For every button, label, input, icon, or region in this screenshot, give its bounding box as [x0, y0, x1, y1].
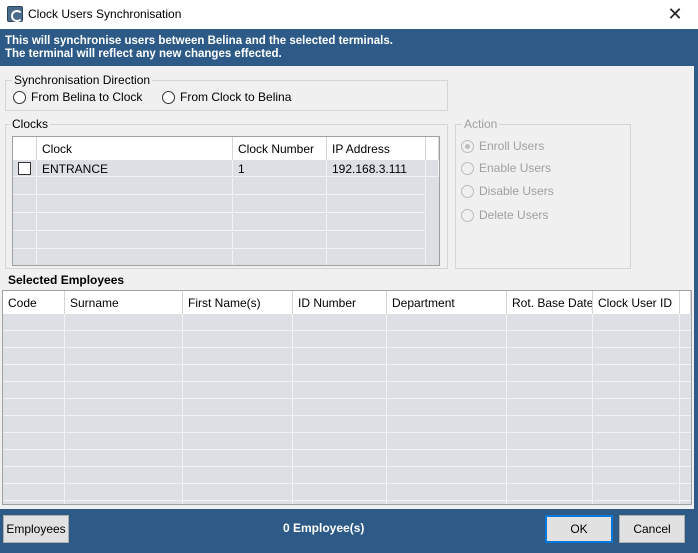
row-checkbox-cell[interactable]: [13, 160, 37, 177]
radio-enable-users: Enable Users: [461, 161, 551, 175]
column-header-department[interactable]: Department: [387, 291, 507, 314]
cell-spacer: [426, 160, 439, 177]
employees-grid-header: Code Surname First Name(s) ID Number Dep…: [3, 291, 691, 314]
title-bar: Clock Users Synchronisation ✕: [0, 0, 698, 29]
radio-delete-users: Delete Users: [461, 208, 548, 222]
column-header-surname[interactable]: Surname: [65, 291, 183, 314]
employees-grid[interactable]: Code Surname First Name(s) ID Number Dep…: [2, 290, 692, 505]
column-header-clock[interactable]: Clock: [37, 137, 233, 160]
banner-line-1: This will synchronise users between Beli…: [5, 35, 393, 47]
header-spacer: [680, 291, 691, 314]
radio-button[interactable]: [162, 90, 175, 104]
radio-label: Delete Users: [479, 208, 549, 222]
empty-row: [13, 250, 426, 265]
empty-row: [13, 232, 426, 249]
radio-label: From Clock to Belina: [180, 90, 292, 104]
app-icon: [7, 6, 23, 22]
empty-row: [13, 178, 426, 195]
action-legend: Action: [462, 117, 500, 131]
radio-button: [461, 184, 474, 198]
employee-count: 0 Employee(s): [283, 521, 365, 535]
radio-button[interactable]: [13, 90, 26, 104]
sync-direction-group: Synchronisation Direction From Belina to…: [5, 73, 448, 111]
radio-label: Disable Users: [479, 184, 554, 198]
clocks-legend: Clocks: [10, 117, 51, 131]
radio-label: From Belina to Clock: [31, 90, 143, 104]
cancel-button[interactable]: Cancel: [619, 515, 685, 543]
employees-grid-body: [3, 314, 691, 504]
column-header-first-names[interactable]: First Name(s): [183, 291, 293, 314]
radio-disable-users: Disable Users: [461, 184, 554, 198]
action-group: Action Enroll Users Enable Users Disable…: [455, 117, 631, 269]
window-border: [694, 29, 698, 553]
radio-button: [461, 139, 474, 153]
close-button[interactable]: ✕: [652, 0, 698, 29]
checkbox-column-header: [13, 137, 37, 160]
banner-line-2: The terminal will reflect any new change…: [5, 48, 282, 60]
table-row[interactable]: ENTRANCE 1 192.168.3.111: [13, 160, 439, 177]
empty-row: [13, 214, 426, 231]
window-title: Clock Users Synchronisation: [28, 7, 182, 21]
column-header-ip-address[interactable]: IP Address: [327, 137, 426, 160]
column-header-id-number[interactable]: ID Number: [293, 291, 387, 314]
header-spacer: [426, 137, 439, 160]
employees-button[interactable]: Employees: [3, 515, 69, 543]
radio-button: [461, 208, 474, 222]
radio-label: Enroll Users: [479, 139, 545, 153]
cell-clock: ENTRANCE: [37, 160, 233, 177]
radio-enroll-users: Enroll Users: [461, 139, 544, 153]
selected-employees-label: Selected Employees: [8, 273, 125, 287]
cell-ip-address: 192.168.3.111: [327, 160, 426, 177]
column-header-clock-number[interactable]: Clock Number: [233, 137, 327, 160]
radio-clock-to-belina[interactable]: From Clock to Belina: [162, 90, 291, 104]
sync-direction-legend: Synchronisation Direction: [12, 73, 153, 87]
radio-label: Enable Users: [479, 161, 552, 175]
radio-belina-to-clock[interactable]: From Belina to Clock: [13, 90, 142, 104]
row-checkbox[interactable]: [18, 162, 31, 175]
clocks-grid-header: Clock Clock Number IP Address: [13, 137, 439, 160]
info-banner: This will synchronise users between Beli…: [0, 29, 698, 66]
radio-button: [461, 161, 474, 175]
column-header-code[interactable]: Code: [3, 291, 65, 314]
column-header-clock-user-id[interactable]: Clock User ID: [593, 291, 680, 314]
column-header-rot-base-date[interactable]: Rot. Base Date: [507, 291, 593, 314]
ok-button[interactable]: OK: [545, 515, 613, 543]
clocks-grid: Clock Clock Number IP Address ENTRANCE 1…: [12, 136, 440, 266]
empty-row: [13, 196, 426, 213]
cell-clock-number: 1: [233, 160, 327, 177]
